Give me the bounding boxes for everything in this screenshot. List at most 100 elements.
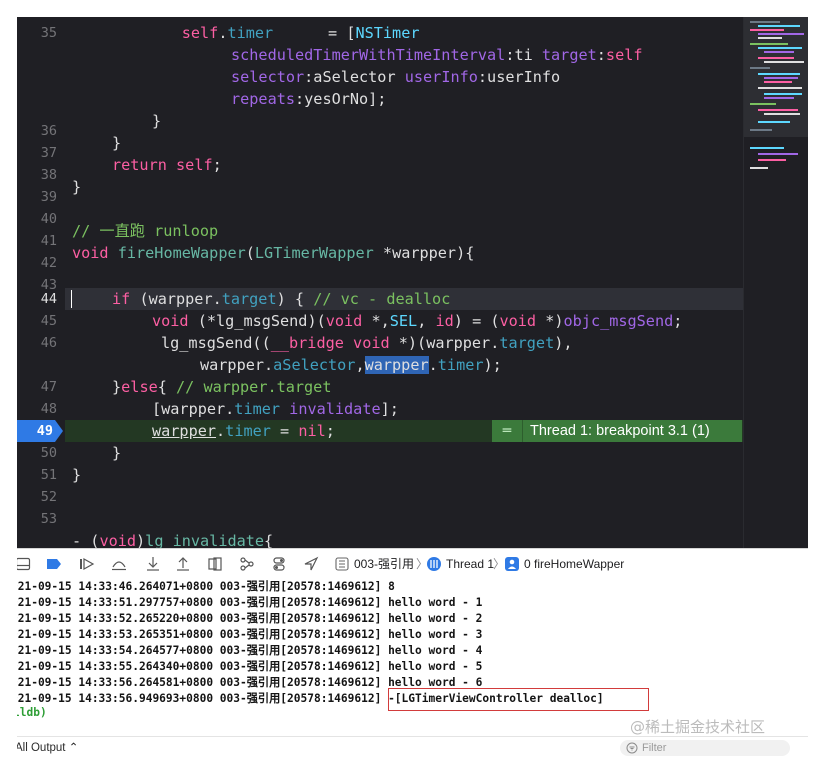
- breadcrumb-app[interactable]: 003-强引用: [354, 549, 414, 579]
- code-token: invalidate: [289, 400, 381, 418]
- code-line-46-wrap[interactable]: warpper.aSelector,warpper.timer);: [200, 354, 502, 376]
- continue-icon[interactable]: [79, 556, 95, 572]
- code-line-49[interactable]: warpper.timer = nil;: [152, 420, 335, 442]
- code-line-42[interactable]: void fireHomeWapper(LGTimerWapper *warpp…: [72, 242, 474, 264]
- code-token: ) = (: [453, 312, 500, 330]
- breakpoint-annotation[interactable]: ═ Thread 1: breakpoint 3.1 (1): [492, 420, 742, 442]
- simulate-location-icon[interactable]: [303, 556, 319, 572]
- code-line-38[interactable]: return self;: [112, 154, 222, 176]
- line-number[interactable]: 36: [17, 120, 57, 142]
- code-token: else: [121, 378, 158, 396]
- code-token: target: [499, 334, 555, 352]
- code-line-35-wrap-2[interactable]: selector:aSelector userInfo:userInfo: [231, 66, 560, 88]
- code-line-39[interactable]: }: [72, 176, 81, 198]
- breakpoint-marker[interactable]: 49: [17, 420, 63, 442]
- code-token: :ti: [505, 46, 542, 64]
- code-line-37[interactable]: }: [112, 132, 121, 154]
- breakpoint-annotation-text: Thread 1: breakpoint 3.1 (1): [530, 423, 710, 439]
- step-over-icon[interactable]: [111, 556, 127, 572]
- code-token: timer: [437, 356, 484, 374]
- filter-field[interactable]: Filter: [620, 740, 790, 756]
- code-line-45[interactable]: void (*lg_msgSend)(void *,SEL, id) = (vo…: [152, 310, 682, 332]
- console-line: 021-09-15 14:33:55.264340+0800 003-强引用[2…: [17, 660, 483, 673]
- console-line: 021-09-15 14:33:53.265351+0800 003-强引用[2…: [17, 628, 483, 641]
- line-number[interactable]: 47: [17, 376, 57, 398]
- source-editor[interactable]: 35 36 37 38 39 40 41 42 43 44 45 46 47 4…: [17, 17, 808, 548]
- code-line-47[interactable]: }else{ // warpper.target: [112, 376, 331, 398]
- code-token: *): [536, 312, 564, 330]
- code-token: timer: [234, 400, 281, 418]
- code-token: SEL: [389, 312, 418, 330]
- line-number[interactable]: 52: [17, 486, 57, 508]
- line-number[interactable]: 37: [17, 142, 57, 164]
- code-line-44[interactable]: if (warpper.target) { // vc - dealloc: [112, 288, 450, 310]
- code-token: warpper: [152, 422, 217, 440]
- highlight-annotation-box: [388, 688, 649, 711]
- code-token: lg_invalidate: [145, 532, 265, 548]
- code-line-35-wrap-3[interactable]: repeats:yesOrNo];: [231, 88, 386, 110]
- line-number[interactable]: 53: [17, 508, 57, 530]
- memory-graph-icon[interactable]: [239, 556, 255, 572]
- code-token: aSelector: [273, 356, 356, 374]
- code-line-50[interactable]: }: [112, 442, 121, 464]
- code-token: void: [353, 334, 390, 352]
- line-number-gutter[interactable]: 35 36 37 38 39 40 41 42 43 44 45 46 47 4…: [17, 17, 65, 548]
- output-selector[interactable]: All Output ⌃: [17, 737, 78, 758]
- code-token: ) {: [276, 290, 314, 308]
- code-token: void: [325, 312, 363, 330]
- line-number[interactable]: 41: [17, 230, 57, 252]
- minimap[interactable]: [743, 17, 808, 548]
- code-line-35-wrap-1[interactable]: scheduledTimerWithTimeInterval:ti target…: [231, 44, 643, 66]
- code-token: );: [483, 356, 502, 374]
- code-line-36[interactable]: }: [152, 110, 161, 132]
- breakpoint-line-number: 49: [36, 423, 53, 439]
- hide-debug-area-icon[interactable]: [17, 556, 31, 572]
- code-token: :: [596, 46, 606, 64]
- code-line-48[interactable]: [warpper.timer invalidate];: [152, 398, 399, 420]
- line-number[interactable]: 46: [17, 332, 57, 354]
- step-out-icon[interactable]: [175, 556, 191, 572]
- code-token: {: [264, 532, 274, 548]
- code-token: ;: [673, 312, 683, 330]
- line-number-current[interactable]: 44: [17, 288, 57, 310]
- code-token: (warpper.: [130, 290, 222, 308]
- line-number[interactable]: 42: [17, 252, 57, 274]
- code-token: ),: [554, 334, 573, 352]
- code-token: :yesOrNo];: [295, 90, 387, 108]
- line-number[interactable]: 45: [17, 310, 57, 332]
- breadcrumb-frame[interactable]: 0 fireHomeWapper: [524, 549, 624, 579]
- environment-overrides-icon[interactable]: [271, 556, 287, 572]
- line-number[interactable]: 39: [17, 186, 57, 208]
- line-number[interactable]: 50: [17, 442, 57, 464]
- code-token: ,: [417, 312, 436, 330]
- code-token: fireHomeWapper: [117, 244, 246, 262]
- code-token: {: [157, 378, 177, 396]
- step-into-icon[interactable]: [145, 556, 161, 572]
- console-footer: All Output ⌃ Filter: [17, 736, 808, 758]
- line-number[interactable]: 38: [17, 164, 57, 186]
- line-number[interactable]: 51: [17, 464, 57, 486]
- debug-view-hierarchy-icon[interactable]: [207, 556, 223, 572]
- code-token: :aSelector: [304, 68, 405, 86]
- line-number[interactable]: 48: [17, 398, 57, 420]
- line-number[interactable]: 40: [17, 208, 57, 230]
- breadcrumb-thread[interactable]: Thread 1: [446, 549, 494, 579]
- code-token: ): [136, 532, 146, 548]
- lldb-prompt[interactable]: lldb): [17, 705, 47, 721]
- code-token: ,: [355, 356, 365, 374]
- code-line-35[interactable]: self.timer = [NSTimer: [72, 22, 420, 44]
- line-number[interactable]: 35: [17, 22, 57, 44]
- annotation-equals-icon: ═: [492, 420, 523, 442]
- console-output[interactable]: 021-09-15 14:33:46.264071+0800 003-强引用[2…: [17, 579, 808, 736]
- breakpoints-toggle-icon[interactable]: [46, 556, 62, 572]
- code-token: *warpper){: [373, 244, 475, 262]
- code-line-54[interactable]: - (void)lg_invalidate{: [72, 530, 273, 548]
- watermark: @稀土掘金技术社区: [630, 718, 766, 736]
- code-line-51[interactable]: }: [72, 464, 81, 486]
- code-line-46[interactable]: lg_msgSend((__bridge void *)(warpper.tar…: [161, 332, 573, 354]
- code-token: NSTimer: [355, 24, 420, 42]
- code-line-41-comment[interactable]: // 一直跑 runloop: [72, 220, 218, 242]
- code-token: [warpper.: [152, 400, 235, 418]
